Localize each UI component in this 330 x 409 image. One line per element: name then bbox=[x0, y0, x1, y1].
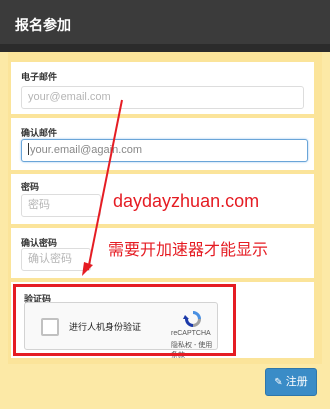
watermark-text: daydayzhuan.com bbox=[113, 191, 260, 211]
annotation-note: 需要开加速器才能显示 bbox=[108, 242, 269, 259]
